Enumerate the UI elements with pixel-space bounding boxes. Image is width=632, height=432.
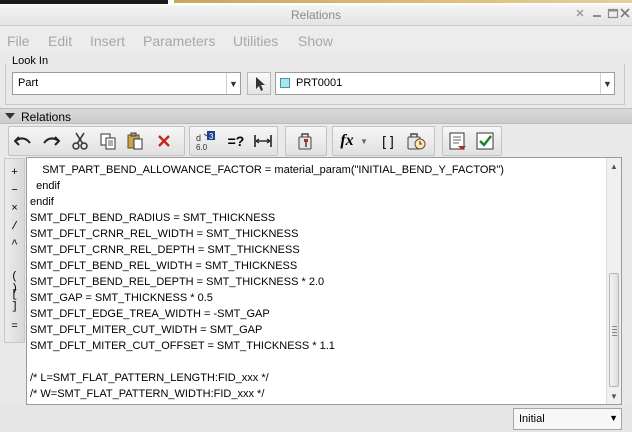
editor-line: SMT_DFLT_MITER_CUT_WIDTH = SMT_GAP: [30, 324, 263, 336]
menu-edit[interactable]: Edit: [48, 33, 72, 49]
svg-text:d: d: [196, 133, 201, 143]
editor-line: SMT_DFLT_MITER_CUT_OFFSET = SMT_THICKNES…: [30, 340, 335, 352]
editor-line: SMT_DFLT_EDGE_TREA_WIDTH = -SMT_GAP: [30, 308, 270, 320]
operator-minus[interactable]: −: [5, 185, 24, 197]
relations-toolbar: d 6.0 3 =? fx ▼ [ ]: [5, 125, 621, 157]
editor-line: SMT_DFLT_BEND_REL_DEPTH = SMT_THICKNESS …: [30, 276, 325, 288]
look-in-label: Look In: [12, 55, 49, 67]
bottom-bar: Initial ▼: [0, 405, 632, 432]
cut-icon[interactable]: [68, 128, 92, 154]
svg-text:3: 3: [209, 132, 214, 141]
status-select-value: Initial: [519, 413, 545, 425]
editor-line: SMT_DFLT_BEND_REL_WIDTH = SMT_THICKNESS: [30, 260, 298, 272]
minimize-icon[interactable]: [589, 10, 605, 26]
svg-text:6.0: 6.0: [196, 143, 208, 152]
paste-icon[interactable]: [123, 128, 147, 154]
collapse-icon: [5, 113, 15, 119]
top-strip-dark: [0, 0, 168, 4]
pointer-icon: [256, 77, 265, 91]
chevron-down-icon: ▼: [609, 413, 618, 423]
editor-line: SMT_DFLT_CRNR_REL_WIDTH = SMT_THICKNESS: [30, 228, 299, 240]
verify-relations-icon[interactable]: =?: [224, 128, 248, 154]
copy-icon[interactable]: [96, 128, 120, 154]
brackets-label: [ ]: [382, 133, 394, 149]
look-in-model-select[interactable]: PRT0001 ▼: [275, 72, 615, 95]
editor-line: SMT_PART_BEND_ALLOWANCE_FACTOR = materia…: [30, 164, 504, 176]
relations-section-label: Relations: [21, 110, 72, 124]
scroll-down-icon[interactable]: ▼: [607, 389, 621, 403]
function-dropdown[interactable]: ▼: [357, 128, 371, 154]
fx-label: fx: [340, 132, 354, 149]
menu-parameters[interactable]: Parameters: [143, 33, 215, 49]
editor-line: /* L=SMT_FLAT_PATTERN_LENGTH:FID_xxx */: [30, 372, 269, 384]
show-dimensions-icon[interactable]: [446, 128, 470, 154]
equals-question-label: =?: [227, 133, 245, 149]
redo-icon[interactable]: [39, 128, 63, 154]
verify-icon[interactable]: [473, 128, 497, 154]
top-strip-accent: [174, 0, 632, 3]
look-in-type-value: Part: [18, 77, 39, 89]
operator-plus[interactable]: +: [5, 167, 24, 179]
close-icon[interactable]: [617, 7, 632, 23]
relations-section-header[interactable]: Relations: [0, 108, 632, 124]
function-icon[interactable]: fx: [335, 128, 359, 154]
title-bar: Relations: [0, 5, 632, 26]
part-icon: [280, 78, 290, 88]
editor-line: endif: [30, 180, 60, 192]
editor-line: SMT_DFLT_CRNR_REL_DEPTH = SMT_THICKNESS: [30, 244, 300, 256]
editor-line: /* W=SMT_FLAT_PATTERN_WIDTH:FID_xxx */: [30, 388, 265, 400]
delete-icon[interactable]: [152, 128, 176, 154]
chevron-down-icon: ▼: [226, 73, 240, 94]
look-in-model-value: PRT0001: [296, 77, 343, 89]
operator-power[interactable]: ^: [5, 239, 24, 251]
units-icon[interactable]: [404, 128, 428, 154]
menu-utilities[interactable]: Utilities: [233, 33, 278, 49]
dimension-icon[interactable]: [251, 128, 275, 154]
menu-insert[interactable]: Insert: [90, 33, 125, 49]
restore-icon[interactable]: [572, 7, 588, 23]
menu-file[interactable]: File: [7, 33, 30, 49]
operator-equals[interactable]: =: [5, 321, 24, 333]
scroll-up-icon[interactable]: ▲: [607, 159, 621, 173]
operator-divide[interactable]: /: [5, 221, 24, 233]
chevron-down-icon: ▼: [360, 136, 368, 146]
status-select[interactable]: Initial ▼: [513, 408, 622, 430]
chevron-down-icon: ▼: [600, 73, 614, 94]
window-title: Relations: [290, 8, 342, 22]
editor-line: SMT_DFLT_BEND_RADIUS = SMT_THICKNESS: [30, 212, 276, 224]
scrollbar-thumb[interactable]: [609, 273, 619, 387]
evaluate-selection-icon[interactable]: d 6.0 3: [193, 128, 217, 154]
parameters-icon[interactable]: [ ]: [376, 128, 400, 154]
editor-line: SMT_GAP = SMT_THICKNESS * 0.5: [30, 292, 213, 304]
editor-line: endif: [30, 196, 54, 208]
menu-show[interactable]: Show: [298, 33, 333, 49]
operator-brackets[interactable]: [ ]: [5, 289, 24, 313]
operator-bar: + − × / ^ ( ) [ ] =: [4, 158, 25, 343]
relations-editor[interactable]: SMT_PART_BEND_ALLOWANCE_FACTOR = materia…: [26, 157, 622, 405]
operator-multiply[interactable]: ×: [5, 203, 24, 215]
select-model-button[interactable]: [247, 72, 271, 95]
editor-vertical-scrollbar[interactable]: ▲ ▼: [606, 158, 621, 404]
menu-bar: File Edit Insert Parameters Utilities Sh…: [0, 27, 632, 53]
look-in-type-select[interactable]: Part ▼: [12, 72, 241, 95]
sort-relations-icon[interactable]: [294, 128, 318, 154]
undo-icon[interactable]: [11, 128, 35, 154]
